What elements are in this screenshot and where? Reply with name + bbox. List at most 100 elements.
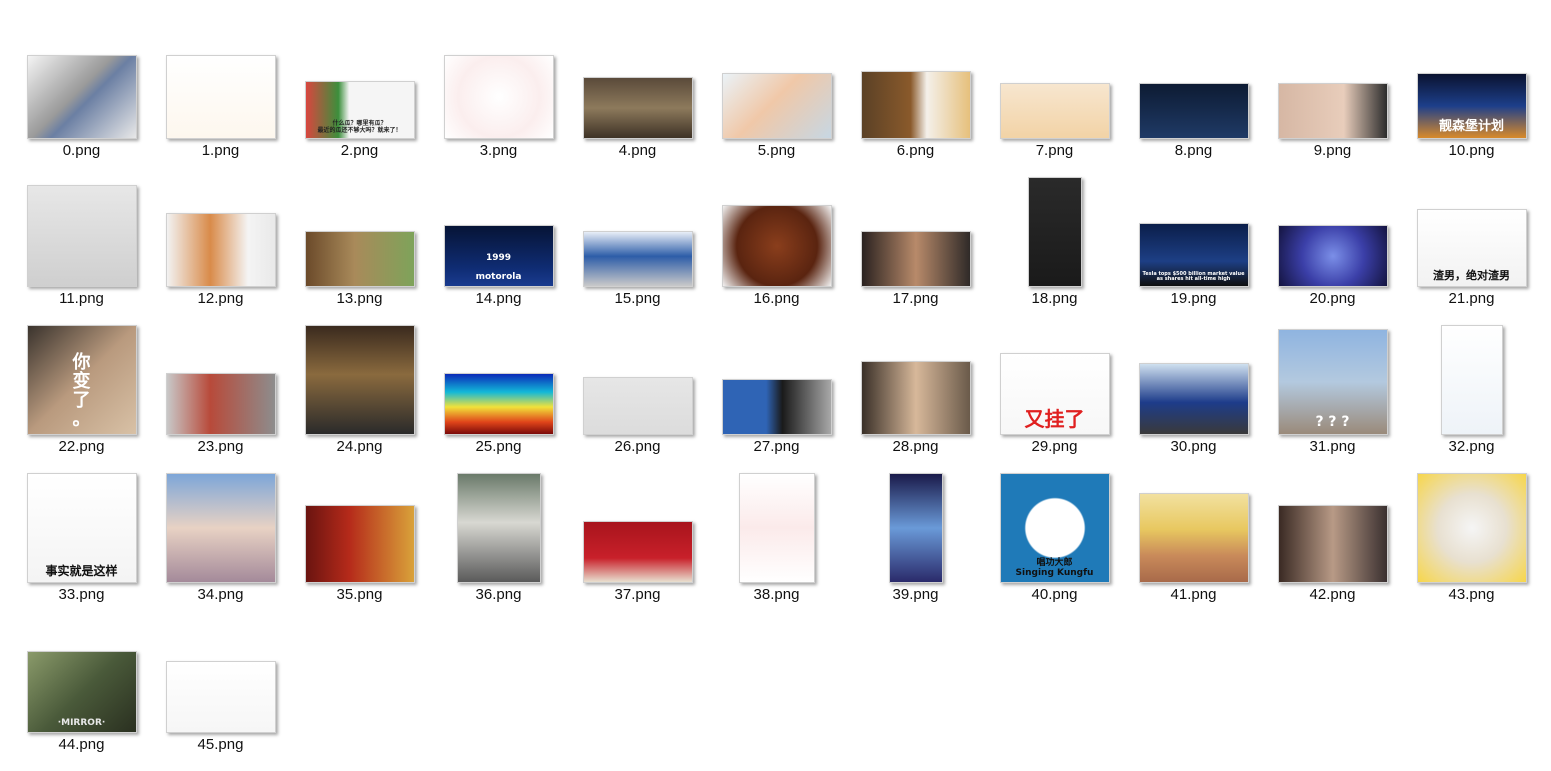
avatar-logo-thumbnail-icon: 唱功大郎 Singing Kungfu bbox=[999, 473, 1110, 583]
thumbnail-frame bbox=[860, 324, 971, 435]
file-item[interactable]: 唱功大郎 Singing Kungfu 40.png bbox=[985, 472, 1124, 620]
file-item[interactable]: 24.png bbox=[290, 324, 429, 472]
file-name-label: 31.png bbox=[1309, 438, 1356, 455]
file-item[interactable]: 事实就是这样 33.png bbox=[12, 472, 151, 620]
thumbnail-caption: 事实就是这样 bbox=[45, 564, 118, 579]
museum-photo-thumbnail-icon bbox=[304, 325, 415, 435]
file-item[interactable]: 16.png bbox=[707, 176, 846, 324]
thumbnail-frame bbox=[443, 324, 554, 435]
file-item[interactable]: 6.png bbox=[846, 28, 985, 176]
file-item[interactable]: 1.png bbox=[151, 28, 290, 176]
file-item[interactable]: 34.png bbox=[151, 472, 290, 620]
file-name-label: 36.png bbox=[475, 586, 522, 603]
event-photo-thumbnail-icon bbox=[582, 521, 693, 583]
thumbnail-frame bbox=[443, 28, 554, 139]
file-item[interactable]: 41.png bbox=[1124, 472, 1263, 620]
thumbnail-frame bbox=[1138, 472, 1249, 583]
file-item[interactable]: 18.png bbox=[985, 176, 1124, 324]
file-name-label: 12.png bbox=[197, 290, 244, 307]
file-item[interactable]: 39.png bbox=[846, 472, 985, 620]
file-item[interactable]: 9.png bbox=[1263, 28, 1402, 176]
thumbnail-frame bbox=[582, 176, 693, 287]
file-item[interactable]: 3.png bbox=[429, 28, 568, 176]
file-name-label: 34.png bbox=[197, 586, 244, 603]
file-item[interactable]: 0.png bbox=[12, 28, 151, 176]
file-item[interactable]: 1999 motorola 14.png bbox=[429, 176, 568, 324]
file-item[interactable]: ·MIRROR· 44.png bbox=[12, 622, 151, 770]
thumbnail-frame bbox=[165, 622, 276, 733]
file-item[interactable]: 5.png bbox=[707, 28, 846, 176]
illustration-thumbnail-icon bbox=[721, 73, 832, 139]
thumbnail-frame bbox=[443, 472, 554, 583]
file-item[interactable]: 8.png bbox=[1124, 28, 1263, 176]
thumbnail-frame bbox=[165, 28, 276, 139]
file-name-label: 32.png bbox=[1448, 438, 1495, 455]
thumbnail-frame: 渣男，绝对渣男 bbox=[1416, 176, 1527, 287]
portrait-photo-thumbnail-icon bbox=[860, 231, 971, 287]
file-name-label: 35.png bbox=[336, 586, 383, 603]
file-name-label: 0.png bbox=[62, 142, 101, 159]
books-photo-thumbnail-icon bbox=[304, 505, 415, 583]
file-name-label: 6.png bbox=[896, 142, 935, 159]
file-item[interactable]: 32.png bbox=[1402, 324, 1541, 472]
thumbnail-frame bbox=[721, 472, 832, 583]
file-item[interactable]: 23.png bbox=[151, 324, 290, 472]
thumbnail-frame: 你 变 了 。 bbox=[26, 324, 137, 435]
file-item[interactable]: ? ? ? 31.png bbox=[1263, 324, 1402, 472]
file-name-label: 21.png bbox=[1448, 290, 1495, 307]
file-item[interactable]: 靓森堡计划 10.png bbox=[1402, 28, 1541, 176]
thumbnail-caption: 你 变 了 。 bbox=[72, 352, 91, 431]
file-name-label: 41.png bbox=[1170, 586, 1217, 603]
file-item[interactable]: 35.png bbox=[290, 472, 429, 620]
file-name-label: 4.png bbox=[618, 142, 657, 159]
news-screenshot-thumbnail-icon: Tesla tops $500 billion market value as … bbox=[1138, 223, 1249, 287]
file-item[interactable]: 什么瓜？哪里有瓜？ 最近的瓜还不够大吗？就来了！ 2.png bbox=[290, 28, 429, 176]
room-photo-thumbnail-icon bbox=[456, 473, 541, 583]
file-item[interactable]: 43.png bbox=[1402, 472, 1541, 620]
file-name-label: 10.png bbox=[1448, 142, 1495, 159]
thumbnail-caption: Tesla tops $500 billion market value as … bbox=[1142, 270, 1245, 282]
file-item[interactable]: 25.png bbox=[429, 324, 568, 472]
thumbnail-caption: 靓森堡计划 bbox=[1438, 119, 1504, 135]
poster-thumbnail-icon: 靓森堡计划 bbox=[1416, 73, 1527, 139]
corn-eggs-photo-thumbnail-icon bbox=[1138, 493, 1249, 583]
file-item[interactable]: 4.png bbox=[568, 28, 707, 176]
file-name-label: 11.png bbox=[59, 290, 104, 307]
file-item[interactable]: 36.png bbox=[429, 472, 568, 620]
file-item[interactable]: 30.png bbox=[1124, 324, 1263, 472]
file-item[interactable]: 11.png bbox=[12, 176, 151, 324]
file-item[interactable]: 7.png bbox=[985, 28, 1124, 176]
file-name-label: 38.png bbox=[753, 586, 800, 603]
file-item[interactable]: 你 变 了 。 22.png bbox=[12, 324, 151, 472]
file-item[interactable]: 42.png bbox=[1263, 472, 1402, 620]
thumbnail-frame bbox=[721, 324, 832, 435]
file-item[interactable]: 又挂了 29.png bbox=[985, 324, 1124, 472]
file-item[interactable]: 27.png bbox=[707, 324, 846, 472]
hand-photo-thumbnail-icon bbox=[1277, 83, 1388, 139]
thumbnail-frame bbox=[1277, 176, 1388, 287]
file-item[interactable]: 13.png bbox=[290, 176, 429, 324]
file-name-label: 3.png bbox=[479, 142, 518, 159]
rings-photo-thumbnail-icon bbox=[999, 83, 1110, 139]
file-item[interactable]: 37.png bbox=[568, 472, 707, 620]
dog-photo-thumbnail-icon bbox=[165, 213, 276, 287]
thumbnail-frame bbox=[1277, 472, 1388, 583]
phone-screenshot-thumbnail-icon bbox=[1027, 177, 1082, 287]
thumbnail-caption: 又挂了 bbox=[1024, 407, 1085, 431]
file-item[interactable]: 15.png bbox=[568, 176, 707, 324]
thumbnail-caption: 1999 motorola bbox=[475, 252, 522, 282]
file-item[interactable]: 28.png bbox=[846, 324, 985, 472]
file-item[interactable]: 12.png bbox=[151, 176, 290, 324]
file-item[interactable]: 45.png bbox=[151, 622, 290, 770]
file-item[interactable]: 渣男，绝对渣男 21.png bbox=[1402, 176, 1541, 324]
file-item[interactable]: 38.png bbox=[707, 472, 846, 620]
file-item[interactable]: 26.png bbox=[568, 324, 707, 472]
thumbnail-frame: 1999 motorola bbox=[443, 176, 554, 287]
thumbnail-frame: Tesla tops $500 billion market value as … bbox=[1138, 176, 1249, 287]
file-item[interactable]: Tesla tops $500 billion market value as … bbox=[1124, 176, 1263, 324]
file-item[interactable]: 17.png bbox=[846, 176, 985, 324]
file-name-label: 13.png bbox=[336, 290, 383, 307]
thumbnail-frame bbox=[304, 472, 415, 583]
file-item[interactable]: 20.png bbox=[1263, 176, 1402, 324]
thumbnail-frame: 唱功大郎 Singing Kungfu bbox=[999, 472, 1110, 583]
